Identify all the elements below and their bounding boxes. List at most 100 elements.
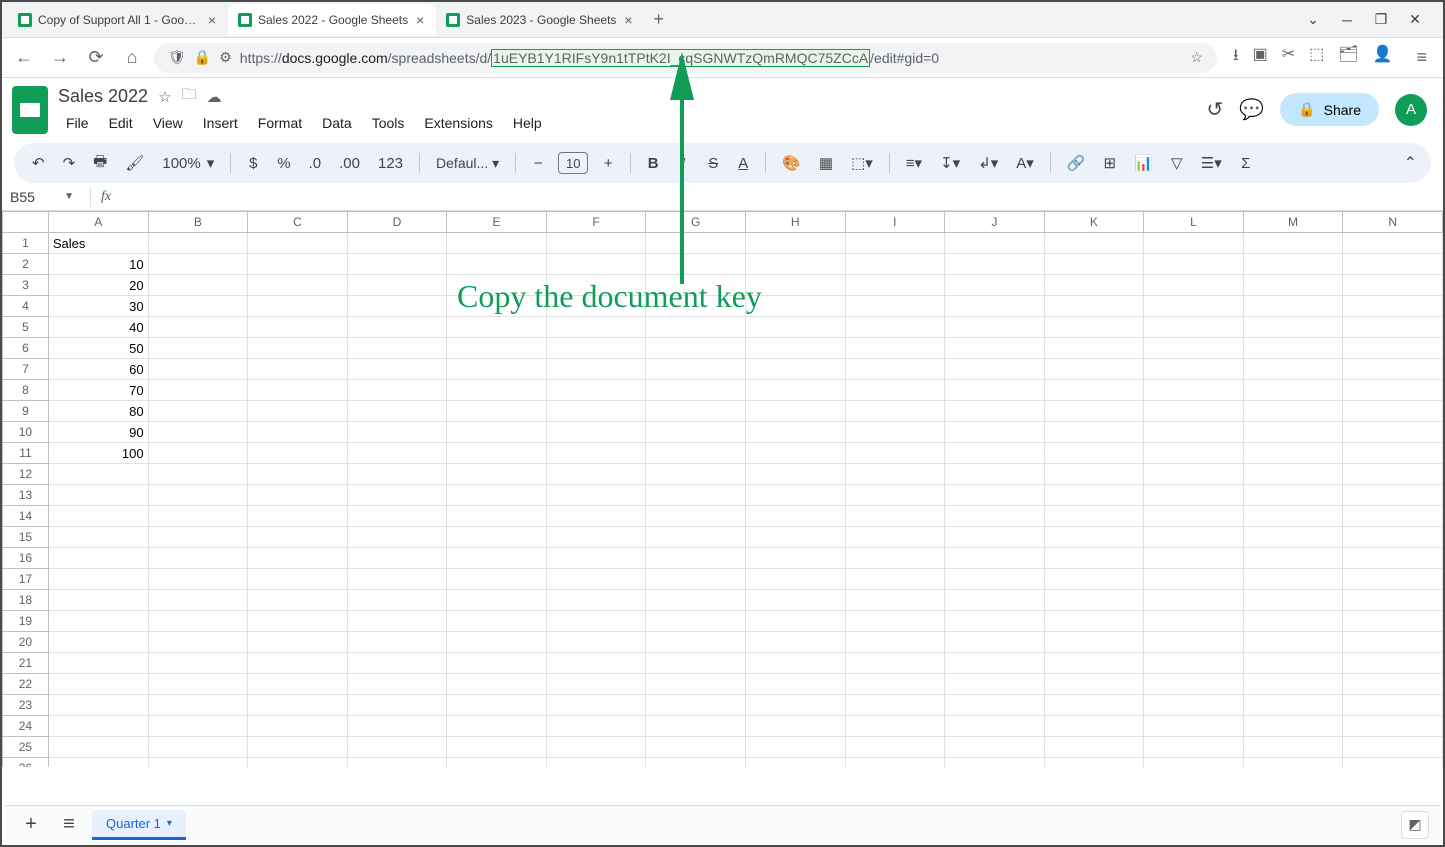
cell-N7[interactable] (1343, 359, 1443, 380)
row-header-20[interactable]: 20 (3, 632, 49, 653)
cell-F23[interactable] (546, 695, 646, 716)
cell-J4[interactable] (945, 296, 1045, 317)
cell-M19[interactable] (1243, 611, 1343, 632)
cell-D19[interactable] (347, 611, 447, 632)
extension-icon[interactable]: ✂ (1282, 44, 1295, 71)
cell-F21[interactable] (546, 653, 646, 674)
cell-J12[interactable] (945, 464, 1045, 485)
filter-views-icon[interactable]: ☰▾ (1197, 150, 1226, 176)
cell-N23[interactable] (1343, 695, 1443, 716)
cell-H13[interactable] (745, 485, 845, 506)
cell-K23[interactable] (1044, 695, 1144, 716)
cell-M10[interactable] (1243, 422, 1343, 443)
cell-J6[interactable] (945, 338, 1045, 359)
cell-B24[interactable] (148, 716, 248, 737)
h-align-icon[interactable]: ≡▾ (902, 150, 926, 176)
cell-M18[interactable] (1243, 590, 1343, 611)
cell-G3[interactable] (646, 275, 746, 296)
cell-L7[interactable] (1144, 359, 1244, 380)
cell-D7[interactable] (347, 359, 447, 380)
cell-B16[interactable] (148, 548, 248, 569)
cell-C11[interactable] (248, 443, 348, 464)
cell-E11[interactable] (447, 443, 547, 464)
row-header-2[interactable]: 2 (3, 254, 49, 275)
cell-B10[interactable] (148, 422, 248, 443)
cell-N18[interactable] (1343, 590, 1443, 611)
cell-E3[interactable] (447, 275, 547, 296)
cell-B18[interactable] (148, 590, 248, 611)
cell-B17[interactable] (148, 569, 248, 590)
cell-L21[interactable] (1144, 653, 1244, 674)
cell-B15[interactable] (148, 527, 248, 548)
cell-A13[interactable] (48, 485, 148, 506)
cell-G15[interactable] (646, 527, 746, 548)
cell-C25[interactable] (248, 737, 348, 758)
link-icon[interactable]: 🔗 (1063, 150, 1090, 176)
cell-G23[interactable] (646, 695, 746, 716)
cell-N19[interactable] (1343, 611, 1443, 632)
cell-F5[interactable] (546, 317, 646, 338)
row-header-12[interactable]: 12 (3, 464, 49, 485)
browser-menu-icon[interactable]: ≡ (1408, 47, 1435, 68)
cell-M23[interactable] (1243, 695, 1343, 716)
cell-H8[interactable] (745, 380, 845, 401)
cell-E21[interactable] (447, 653, 547, 674)
cell-C9[interactable] (248, 401, 348, 422)
cell-L16[interactable] (1144, 548, 1244, 569)
cell-L14[interactable] (1144, 506, 1244, 527)
cell-K20[interactable] (1044, 632, 1144, 653)
cell-B13[interactable] (148, 485, 248, 506)
cell-D25[interactable] (347, 737, 447, 758)
cell-N21[interactable] (1343, 653, 1443, 674)
cell-B25[interactable] (148, 737, 248, 758)
cell-F22[interactable] (546, 674, 646, 695)
cell-F18[interactable] (546, 590, 646, 611)
cell-L6[interactable] (1144, 338, 1244, 359)
cell-J1[interactable] (945, 233, 1045, 254)
cell-B26[interactable] (148, 758, 248, 768)
cell-I10[interactable] (845, 422, 945, 443)
cell-H5[interactable] (745, 317, 845, 338)
cell-E10[interactable] (447, 422, 547, 443)
cell-G18[interactable] (646, 590, 746, 611)
row-header-6[interactable]: 6 (3, 338, 49, 359)
cell-D11[interactable] (347, 443, 447, 464)
browser-tab-0[interactable]: Copy of Support All 1 - Google × (8, 4, 228, 36)
cell-B9[interactable] (148, 401, 248, 422)
cell-J25[interactable] (945, 737, 1045, 758)
cell-H26[interactable] (745, 758, 845, 768)
star-icon[interactable]: ☆ (158, 88, 171, 106)
cell-K21[interactable] (1044, 653, 1144, 674)
cell-B7[interactable] (148, 359, 248, 380)
cell-C19[interactable] (248, 611, 348, 632)
cell-K4[interactable] (1044, 296, 1144, 317)
cell-F12[interactable] (546, 464, 646, 485)
cell-J5[interactable] (945, 317, 1045, 338)
new-tab-button[interactable]: + (645, 6, 673, 34)
cell-G17[interactable] (646, 569, 746, 590)
row-header-10[interactable]: 10 (3, 422, 49, 443)
redo-icon[interactable]: ↷ (59, 150, 80, 176)
cell-B23[interactable] (148, 695, 248, 716)
history-icon[interactable]: ↺ (1207, 97, 1224, 122)
select-all-cell[interactable] (3, 212, 49, 233)
row-header-25[interactable]: 25 (3, 737, 49, 758)
cell-J24[interactable] (945, 716, 1045, 737)
cloud-status-icon[interactable]: ☁ (207, 88, 222, 106)
menu-format[interactable]: Format (250, 111, 310, 135)
cell-K26[interactable] (1044, 758, 1144, 768)
cell-F10[interactable] (546, 422, 646, 443)
cell-M14[interactable] (1243, 506, 1343, 527)
cell-I7[interactable] (845, 359, 945, 380)
tabs-dropdown-icon[interactable]: ⌄ (1305, 11, 1321, 28)
cell-H3[interactable] (745, 275, 845, 296)
cell-H12[interactable] (745, 464, 845, 485)
cell-D17[interactable] (347, 569, 447, 590)
cell-B1[interactable] (148, 233, 248, 254)
cell-K1[interactable] (1044, 233, 1144, 254)
borders-icon[interactable]: ▦ (815, 150, 837, 176)
cell-K14[interactable] (1044, 506, 1144, 527)
sheets-logo-icon[interactable] (12, 86, 48, 134)
column-header-B[interactable]: B (148, 212, 248, 233)
row-header-18[interactable]: 18 (3, 590, 49, 611)
